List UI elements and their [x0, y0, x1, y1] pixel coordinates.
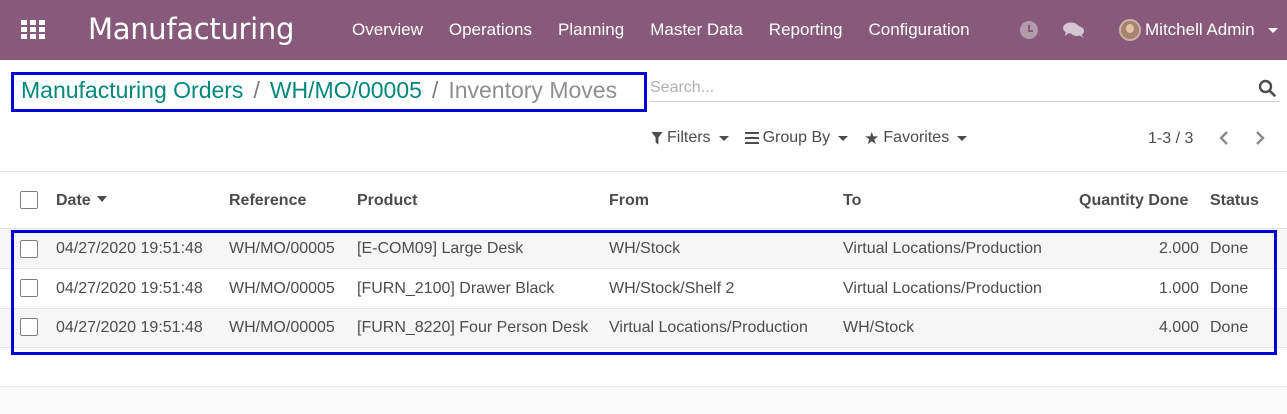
caret-down-icon	[957, 135, 968, 141]
breadcrumb-separator: /	[253, 77, 260, 103]
column-header-date[interactable]: Date	[56, 192, 107, 210]
menu-reporting[interactable]: Reporting	[769, 20, 843, 40]
breadcrumb-mo-reference[interactable]: WH/MO/00005	[270, 77, 422, 104]
cell-product: [E-COM09] Large Desk	[357, 240, 524, 257]
breadcrumb: Manufacturing Orders / WH/MO/00005 / Inv…	[21, 77, 617, 104]
row-checkbox[interactable]	[20, 279, 38, 297]
cell-product: [FURN_2100] Drawer Black	[357, 280, 555, 297]
top-navbar: Manufacturing Overview Operations Planni…	[0, 0, 1287, 60]
search-icon[interactable]	[1258, 79, 1276, 97]
cell-status: Done	[1210, 240, 1249, 257]
group-by-button[interactable]: Group By	[744, 129, 849, 147]
column-header-to[interactable]: To	[843, 192, 861, 210]
cell-to: WH/Stock	[843, 319, 915, 336]
menu-overview[interactable]: Overview	[352, 20, 423, 40]
cell-quantity-done: 2.000	[1158, 240, 1199, 257]
menu-operations[interactable]: Operations	[449, 20, 532, 40]
group-by-label: Group By	[762, 129, 831, 146]
cell-to: Virtual Locations/Production	[843, 280, 1042, 297]
cell-reference: WH/MO/00005	[229, 240, 335, 257]
cell-to: Virtual Locations/Production	[843, 240, 1042, 257]
pager-value[interactable]: 1-3 / 3	[1148, 130, 1193, 148]
user-menu[interactable]: Mitchell Admin	[1145, 20, 1255, 40]
select-all-checkbox[interactable]	[20, 191, 38, 209]
column-header-date-label: Date	[56, 192, 91, 209]
cell-product: [FURN_8220] Four Person Desk	[357, 319, 589, 336]
list-footer	[0, 386, 1287, 414]
search-input[interactable]	[650, 77, 1250, 99]
filter-icon	[651, 131, 663, 145]
menu-planning[interactable]: Planning	[558, 20, 624, 40]
filters-label: Filters	[667, 129, 711, 146]
row-checkbox[interactable]	[20, 240, 38, 258]
filters-button[interactable]: Filters	[651, 129, 729, 147]
chevron-left-icon[interactable]	[1216, 128, 1232, 148]
cell-quantity-done: 4.000	[1158, 319, 1199, 336]
cell-from: WH/Stock	[609, 240, 681, 257]
app-brand[interactable]: Manufacturing	[88, 12, 294, 46]
breadcrumb-separator: /	[431, 77, 439, 103]
control-panel-divider	[0, 171, 1287, 172]
cell-date: 04/27/2020 19:51:48	[56, 319, 203, 336]
favorites-label: Favorites	[883, 129, 950, 146]
chevron-right-icon[interactable]	[1252, 128, 1268, 148]
breadcrumb-current: Inventory Moves	[448, 77, 618, 103]
cell-from: Virtual Locations/Production	[609, 319, 808, 336]
search-options: Filters Group By ★ Favorites	[651, 129, 983, 147]
table-header-divider	[0, 228, 1287, 229]
cell-quantity-done: 1.000	[1158, 280, 1199, 297]
star-icon: ★	[864, 128, 880, 148]
cell-date: 04/27/2020 19:51:48	[56, 280, 203, 297]
row-checkbox[interactable]	[20, 318, 38, 336]
column-header-status[interactable]: Status	[1210, 192, 1259, 210]
chevron-down-icon[interactable]	[1268, 28, 1278, 33]
user-avatar[interactable]	[1119, 19, 1141, 41]
menu-configuration[interactable]: Configuration	[869, 20, 970, 40]
cell-status: Done	[1210, 319, 1249, 336]
sort-desc-icon	[96, 195, 107, 202]
main-menu: Overview Operations Planning Master Data…	[352, 20, 996, 40]
favorites-button[interactable]: ★ Favorites	[864, 128, 968, 148]
cell-reference: WH/MO/00005	[229, 319, 335, 336]
column-header-from[interactable]: From	[609, 192, 649, 210]
list-icon	[744, 132, 759, 144]
cell-from: WH/Stock/Shelf 2	[609, 280, 735, 297]
cell-status: Done	[1210, 280, 1249, 297]
clock-icon[interactable]	[1020, 21, 1038, 39]
caret-down-icon	[718, 135, 729, 141]
cell-date: 04/27/2020 19:51:48	[56, 240, 203, 257]
cell-reference: WH/MO/00005	[229, 280, 335, 297]
column-header-reference[interactable]: Reference	[229, 192, 306, 210]
apps-grid-icon[interactable]	[21, 20, 45, 40]
breadcrumb-manufacturing-orders[interactable]: Manufacturing Orders	[21, 77, 243, 104]
chat-icon[interactable]	[1063, 22, 1085, 38]
search-bar	[650, 76, 1280, 102]
row-divider	[0, 347, 1287, 348]
column-header-quantity-done[interactable]: Quantity Done	[1079, 192, 1188, 210]
caret-down-icon	[838, 135, 849, 141]
menu-master-data[interactable]: Master Data	[650, 20, 743, 40]
column-header-product[interactable]: Product	[357, 192, 417, 210]
